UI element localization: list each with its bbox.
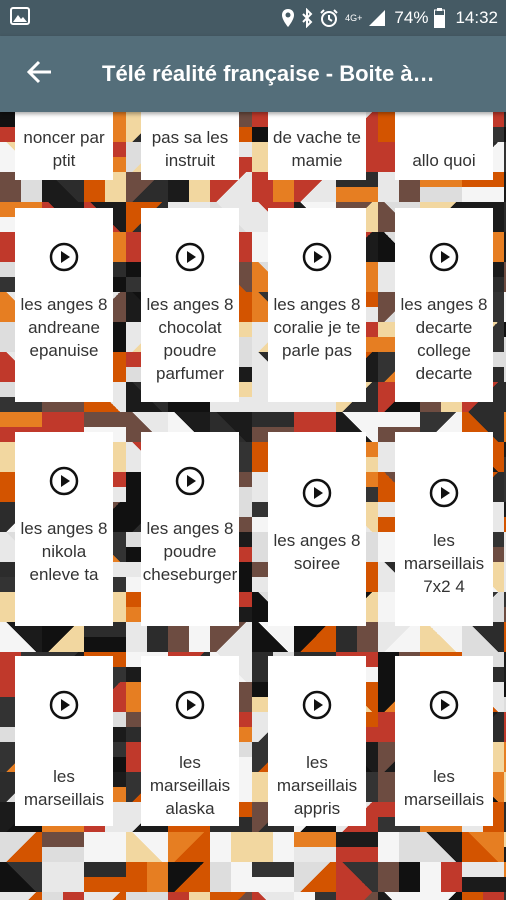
play-circle-icon: [175, 242, 205, 277]
sound-item-label: les marseillais 7x2 4: [403, 531, 485, 596]
sound-item[interactable]: les marseillais 7x2 4: [395, 432, 493, 626]
sound-item-label: les marseillais: [403, 767, 485, 809]
battery-pct: 74%: [394, 8, 429, 27]
sound-item[interactable]: les marseillais: [395, 656, 493, 826]
sound-item[interactable]: allo quoi: [395, 112, 493, 180]
play-circle-icon: [49, 690, 79, 725]
sound-item-label: les anges 8 andreane epanuise: [20, 295, 108, 360]
location-icon: [281, 8, 295, 28]
status-bar: 4G+ 74% 14:32: [0, 0, 506, 36]
sound-item-label: les anges 8 coralie je te parle pas: [273, 295, 361, 360]
sound-item[interactable]: les anges 8 nikola enleve ta: [15, 432, 113, 626]
sound-item[interactable]: les anges 8 andreane epanuise: [15, 208, 113, 402]
clock: 14:32: [455, 8, 498, 27]
sound-item[interactable]: les anges 8 decarte college decarte: [395, 208, 493, 402]
sound-item-label: les anges 8 poudre cheseburger: [142, 519, 238, 584]
signal-icon: [368, 9, 386, 27]
image-icon: [10, 6, 30, 30]
sound-item[interactable]: les marseillais appris: [268, 656, 366, 826]
page-title: Télé réalité française - Boite à…: [102, 61, 435, 86]
sound-item[interactable]: les anges 8 poudre cheseburger: [141, 432, 239, 626]
sound-item-label: pas sa les instruit: [151, 128, 229, 170]
sound-item[interactable]: les anges 8 coralie je te parle pas: [268, 208, 366, 402]
sound-item[interactable]: pas sa les instruit: [141, 112, 239, 180]
sound-item-label: les marseillais appris: [276, 753, 358, 818]
bluetooth-icon: [301, 8, 313, 28]
sound-item[interactable]: les marseillais alaska: [141, 656, 239, 826]
play-circle-icon: [302, 242, 332, 277]
battery-icon: [434, 8, 446, 28]
sound-item-label: les anges 8 decarte college decarte: [400, 295, 488, 383]
play-circle-icon: [175, 466, 205, 501]
play-circle-icon: [302, 690, 332, 725]
alarm-icon: [319, 8, 339, 28]
app-bar: Télé réalité française - Boite à…: [0, 36, 506, 112]
back-button[interactable]: [12, 36, 68, 112]
play-circle-icon: [429, 242, 459, 277]
play-circle-icon: [429, 478, 459, 513]
play-circle-icon: [429, 690, 459, 725]
sound-item-label: les anges 8 chocolat poudre parfumer: [146, 295, 234, 383]
play-circle-icon: [49, 242, 79, 277]
sound-item-label: les anges 8 soiree: [273, 531, 361, 573]
sound-grid: noncer par ptit pas sa les instruit de vac…: [0, 112, 506, 900]
sound-item-label: de vache te mamie: [273, 128, 361, 170]
sound-item[interactable]: noncer par ptit: [15, 112, 113, 180]
arrow-left-icon: [26, 60, 53, 89]
play-circle-icon: [302, 478, 332, 513]
network-type: 4G+: [345, 12, 363, 23]
sound-item-label: noncer par ptit: [23, 128, 105, 170]
sound-item-label: les anges 8 nikola enleve ta: [20, 519, 108, 584]
sound-item[interactable]: les anges 8 soiree: [268, 432, 366, 626]
sound-item-label: les marseillais: [23, 767, 105, 809]
sound-item-label: les marseillais alaska: [149, 753, 231, 818]
sound-item-label: allo quoi: [412, 151, 476, 170]
play-circle-icon: [49, 466, 79, 501]
sound-item[interactable]: les anges 8 chocolat poudre parfumer: [141, 208, 239, 402]
sound-item[interactable]: de vache te mamie: [268, 112, 366, 180]
play-circle-icon: [175, 690, 205, 725]
sound-item[interactable]: les marseillais: [15, 656, 113, 826]
